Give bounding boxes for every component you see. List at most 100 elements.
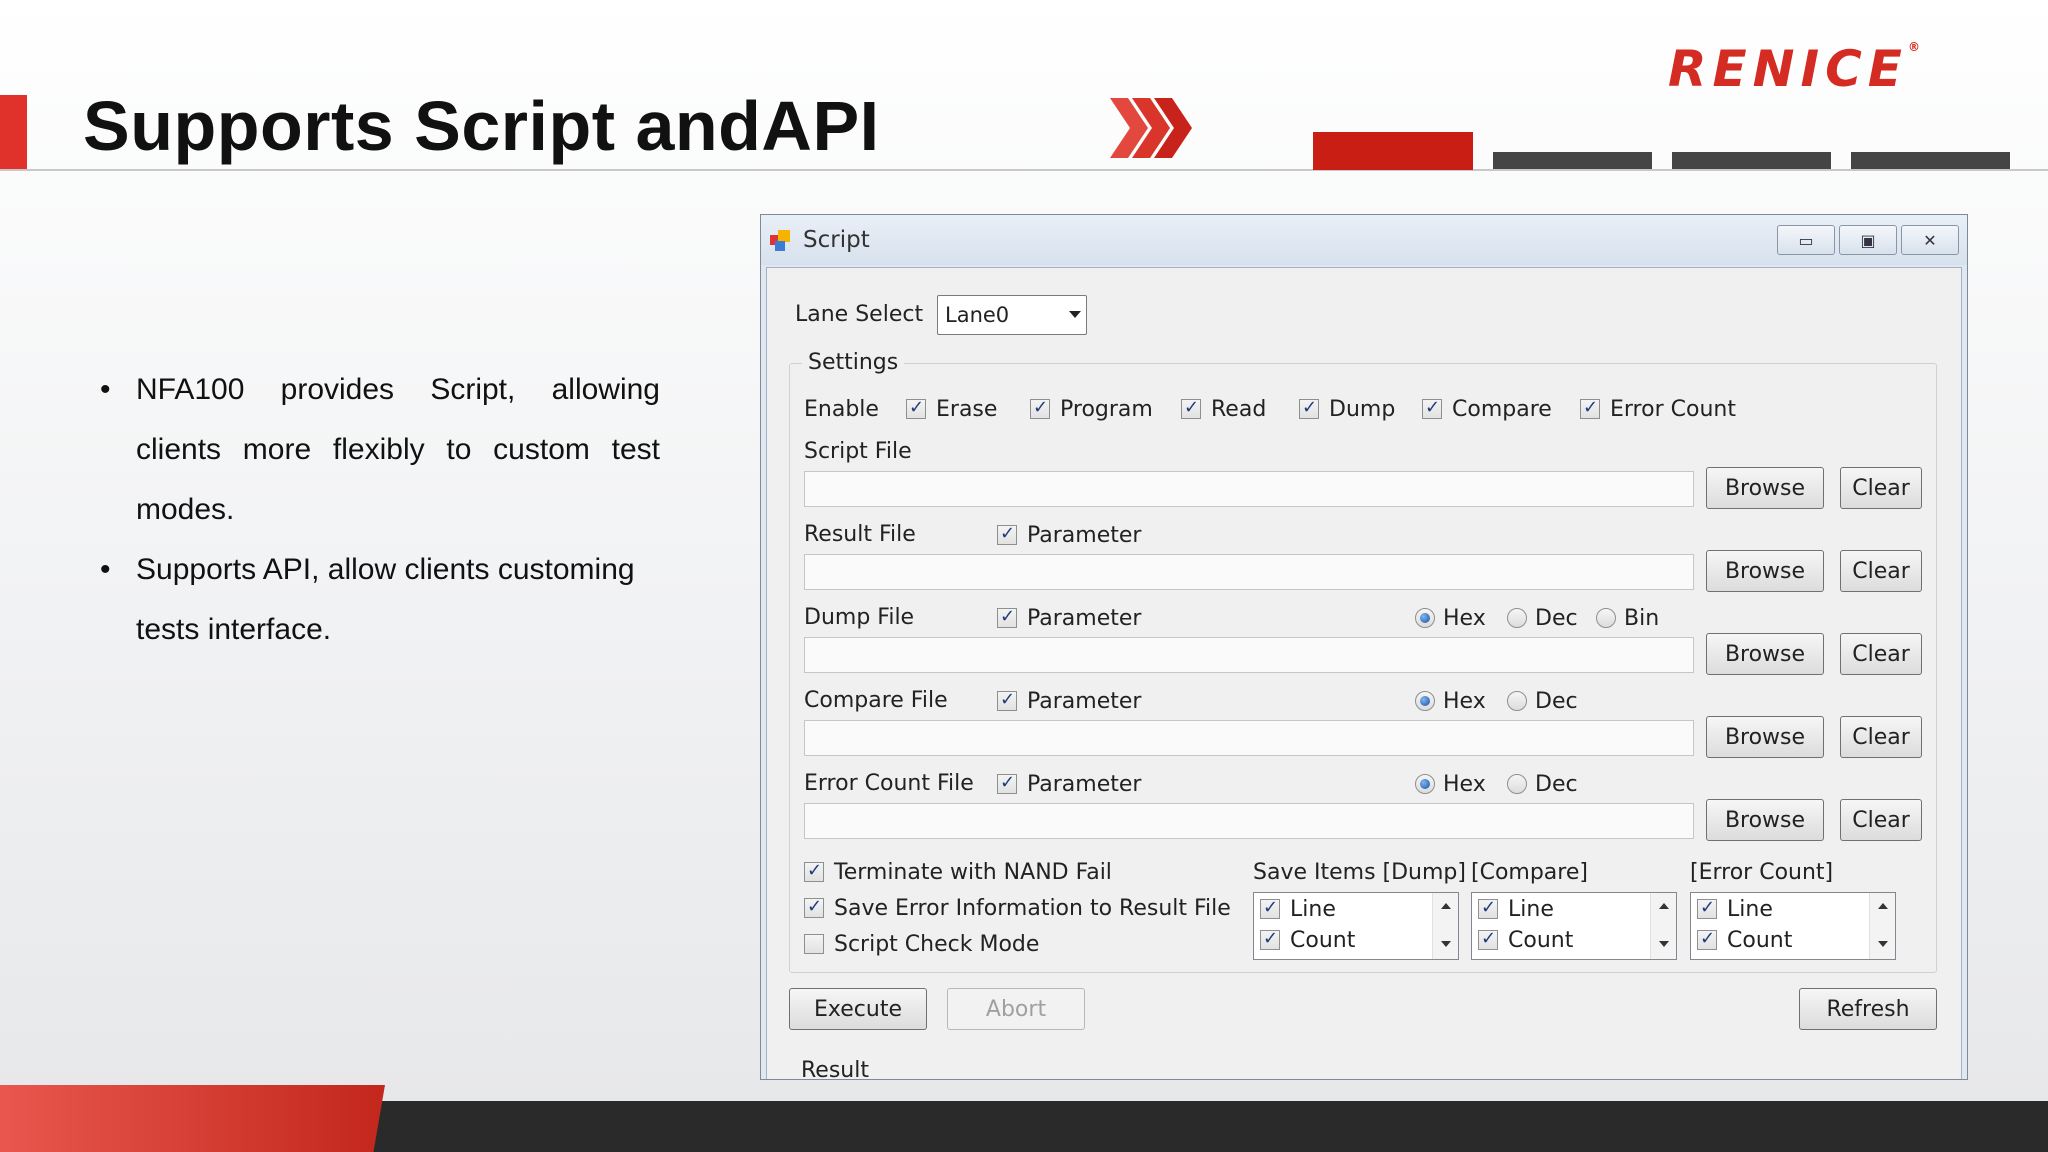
bullet-item: NFA100 provides Script, allowing clients… [100, 360, 660, 540]
script-check-mode-checkbox[interactable] [804, 934, 824, 954]
script-browse-button[interactable]: Browse [1706, 467, 1824, 509]
minimize-button[interactable]: ▭ [1777, 225, 1835, 255]
compare-hex-label: Hex [1443, 689, 1486, 714]
compare-dec-radio[interactable] [1507, 691, 1527, 711]
progress-segment [1672, 152, 1831, 169]
error-count-hex-label: Hex [1443, 772, 1486, 797]
dump-line-checkbox[interactable] [1260, 897, 1280, 919]
lane-select-dropdown[interactable]: Lane0 [937, 295, 1087, 335]
compare-line-checkbox[interactable] [1478, 897, 1498, 919]
dump-file-label: Dump File [804, 605, 915, 630]
dump-dec-radio[interactable] [1507, 608, 1527, 628]
compare-hex-radio[interactable] [1415, 691, 1435, 711]
scrollbar[interactable] [1650, 893, 1676, 959]
dump-label: Dump [1329, 397, 1396, 422]
result-file-input[interactable] [804, 554, 1694, 590]
dump-hex-radio[interactable] [1415, 608, 1435, 628]
error-count-item-checkbox[interactable] [1697, 928, 1717, 950]
maximize-button[interactable]: ▣ [1839, 225, 1897, 255]
save-items-compare-list[interactable]: Line Count [1471, 892, 1677, 960]
scroll-up-icon[interactable] [1441, 903, 1451, 909]
compare-dec-label: Dec [1535, 689, 1578, 714]
compare-clear-button[interactable]: Clear [1840, 716, 1922, 758]
lane-select-label: Lane Select [795, 302, 924, 327]
script-file-input[interactable] [804, 471, 1694, 507]
compare-count-label: Count [1508, 928, 1574, 953]
footer-bar [370, 1101, 2048, 1152]
dump-browse-button[interactable]: Browse [1706, 633, 1824, 675]
chevron-arrows-icon [1110, 98, 1192, 158]
progress-segment [1851, 152, 2010, 169]
erase-label: Erase [936, 397, 998, 422]
dump-parameter-checkbox[interactable] [997, 606, 1017, 628]
dump-count-label: Count [1290, 928, 1356, 953]
program-label: Program [1060, 397, 1153, 422]
program-checkbox[interactable] [1030, 397, 1050, 419]
error-count-file-input[interactable] [804, 803, 1694, 839]
close-button[interactable]: ✕ [1901, 225, 1959, 255]
result-file-label: Result File [804, 522, 916, 547]
bullet-list: NFA100 provides Script, allowing clients… [100, 360, 660, 660]
bullet-item: Supports API, allow clients customing te… [100, 540, 660, 660]
scrollbar[interactable] [1869, 893, 1895, 959]
terminate-nand-fail-checkbox[interactable] [804, 860, 824, 882]
dump-line-label: Line [1290, 897, 1336, 922]
error-count-parameter-label: Parameter [1027, 772, 1142, 797]
error-count-hex-radio[interactable] [1415, 774, 1435, 794]
compare-file-label: Compare File [804, 688, 948, 713]
compare-count-checkbox[interactable] [1478, 928, 1498, 950]
dump-checkbox[interactable] [1299, 397, 1319, 419]
dump-file-input[interactable] [804, 637, 1694, 673]
slide-title: Supports Script andAPI [83, 87, 880, 165]
error-count-file-label: Error Count File [804, 771, 974, 796]
scroll-up-icon[interactable] [1878, 903, 1888, 909]
script-window: Script ▭ ▣ ✕ Lane Select Lane0 Settings … [760, 214, 1968, 1080]
settings-group: Settings Enable Erase Program Read Dump … [789, 350, 1937, 973]
save-error-info-checkbox[interactable] [804, 896, 824, 918]
read-checkbox[interactable] [1181, 397, 1201, 419]
save-items-dump-list[interactable]: Line Count [1253, 892, 1459, 960]
erase-checkbox[interactable] [906, 397, 926, 419]
error-count-clear-button[interactable]: Clear [1840, 799, 1922, 841]
app-icon [770, 230, 790, 251]
compare-browse-button[interactable]: Browse [1706, 716, 1824, 758]
compare-parameter-checkbox[interactable] [997, 689, 1017, 711]
error-line-checkbox[interactable] [1697, 897, 1717, 919]
dump-bin-label: Bin [1624, 606, 1660, 631]
error-count-dec-radio[interactable] [1507, 774, 1527, 794]
refresh-button[interactable]: Refresh [1799, 988, 1937, 1030]
execute-button[interactable]: Execute [789, 988, 927, 1030]
result-parameter-checkbox[interactable] [997, 523, 1017, 545]
compare-label: Compare [1452, 397, 1552, 422]
scroll-down-icon[interactable] [1441, 941, 1451, 947]
save-items-error-list[interactable]: Line Count [1690, 892, 1896, 960]
error-count-item-label: Count [1727, 928, 1793, 953]
dump-dec-label: Dec [1535, 606, 1578, 631]
dialog-client-area: Lane Select Lane0 Settings Enable Erase … [766, 267, 1962, 1079]
scroll-up-icon[interactable] [1659, 903, 1669, 909]
abort-button[interactable]: Abort [947, 988, 1085, 1030]
scroll-down-icon[interactable] [1878, 941, 1888, 947]
progress-segment [1493, 152, 1652, 169]
dump-hex-label: Hex [1443, 606, 1486, 631]
dump-count-checkbox[interactable] [1260, 928, 1280, 950]
result-clear-button[interactable]: Clear [1840, 550, 1922, 592]
renice-logo: RENICE® [1668, 40, 1920, 98]
script-clear-button[interactable]: Clear [1840, 467, 1922, 509]
compare-file-input[interactable] [804, 720, 1694, 756]
error-count-parameter-checkbox[interactable] [997, 772, 1017, 794]
result-browse-button[interactable]: Browse [1706, 550, 1824, 592]
script-file-label: Script File [804, 439, 912, 464]
read-label: Read [1211, 397, 1267, 422]
scroll-down-icon[interactable] [1659, 941, 1669, 947]
dump-bin-radio[interactable] [1596, 608, 1616, 628]
error-count-browse-button[interactable]: Browse [1706, 799, 1824, 841]
dump-clear-button[interactable]: Clear [1840, 633, 1922, 675]
compare-checkbox[interactable] [1422, 397, 1442, 419]
dump-parameter-label: Parameter [1027, 606, 1142, 631]
dropdown-arrow-icon [1069, 311, 1081, 318]
error-count-checkbox[interactable] [1580, 397, 1600, 419]
window-titlebar[interactable]: Script ▭ ▣ ✕ [761, 215, 1967, 265]
scrollbar[interactable] [1432, 893, 1458, 959]
enable-label: Enable [804, 397, 879, 422]
